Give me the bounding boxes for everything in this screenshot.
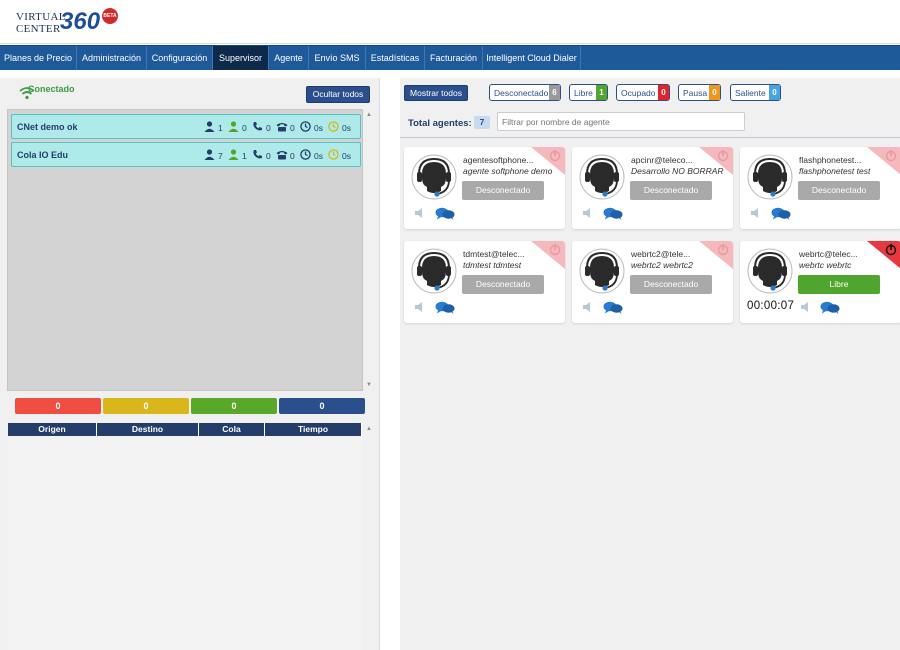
virtual-center-logo[interactable]: VIRTUAL CENTER 360 BETA	[14, 8, 124, 40]
total-agents-label: Total agentes:	[408, 118, 472, 129]
nav-item-facturacion[interactable]: Facturación	[425, 46, 483, 70]
nav-item-planes[interactable]: Planes de Precio	[0, 46, 77, 70]
queue-list[interactable]: CNet demo ok 1 0 0 0 0s 0s Cola IO Edu 7…	[7, 109, 363, 391]
queue-name: CNet demo ok	[17, 122, 78, 132]
queue-row[interactable]: CNet demo ok 1 0 0 0 0s 0s	[11, 114, 361, 139]
chat-icon[interactable]	[820, 301, 840, 314]
clock-yellow-icon	[328, 121, 339, 132]
speaker-icon[interactable]	[414, 301, 428, 313]
legend-pausa[interactable]: Pausa 0	[678, 84, 721, 101]
agent-card[interactable]: flashphonetest... flashphonetest test De…	[740, 147, 900, 229]
col-tiempo[interactable]: Tiempo	[265, 423, 362, 436]
calls-table: Origen Destino Cola Tiempo	[8, 423, 362, 650]
agent-card[interactable]: tdmtest@telec... tdmtest tdmtest Descone…	[404, 241, 565, 323]
phone-icon	[253, 122, 262, 131]
agent-card[interactable]: webrtc2@tele... webrtc2 webrtc2 Desconec…	[572, 241, 733, 323]
counter-green: 0	[191, 398, 277, 414]
agent-avatar-icon	[579, 248, 625, 294]
agent-state-button[interactable]: Desconectado	[462, 181, 544, 200]
chat-icon[interactable]	[603, 207, 623, 220]
hide-all-button[interactable]: Ocultar todos	[306, 86, 370, 103]
speaker-icon[interactable]	[582, 301, 596, 313]
chat-icon[interactable]	[435, 207, 455, 220]
col-cola[interactable]: Cola	[199, 423, 265, 436]
queue-row[interactable]: Cola IO Edu 7 1 0 0 0s 0s	[11, 142, 361, 167]
legend-saliente[interactable]: Saliente 0	[730, 84, 781, 101]
main-nav: Planes de Precio Administración Configur…	[0, 45, 900, 70]
speaker-icon[interactable]	[414, 207, 428, 219]
power-icon[interactable]	[531, 241, 565, 269]
legend-libre[interactable]: Libre 1	[569, 84, 608, 101]
agent-state-button[interactable]: Desconectado	[798, 181, 880, 200]
user-icon	[204, 121, 215, 132]
power-icon[interactable]	[867, 241, 900, 269]
agent-state-button[interactable]: Desconectado	[630, 275, 712, 294]
agent-avatar-icon	[579, 154, 625, 200]
power-icon[interactable]	[699, 147, 733, 175]
user-icon	[204, 149, 215, 160]
power-icon[interactable]	[699, 241, 733, 269]
agent-filter-input[interactable]	[497, 112, 745, 131]
free-user-icon	[228, 121, 239, 132]
col-destino[interactable]: Destino	[97, 423, 199, 436]
desk-phone-icon	[276, 123, 288, 132]
app-header: VIRTUAL CENTER 360 BETA	[0, 0, 900, 44]
power-icon[interactable]	[867, 147, 900, 175]
legend-desconectado[interactable]: Desconectado 6	[489, 84, 561, 101]
nav-item-envio-sms[interactable]: Envío SMS	[309, 46, 366, 70]
call-timer: 00:00:07	[747, 300, 795, 312]
chat-icon[interactable]	[771, 207, 791, 220]
nav-item-cloud-dialer[interactable]: Intelligent Cloud Dialer	[483, 46, 581, 70]
queue-scroll-down-icon[interactable]: ▼	[366, 382, 372, 388]
queue-name: Cola IO Edu	[17, 150, 69, 160]
chat-icon[interactable]	[603, 301, 623, 314]
legend-ocupado[interactable]: Ocupado 0	[616, 84, 670, 101]
table-scroll-up-icon[interactable]: ▲	[366, 426, 372, 432]
nav-item-agente[interactable]: Agente	[269, 46, 309, 70]
agent-state-button[interactable]: Desconectado	[630, 181, 712, 200]
logo-line1: VIRTUAL	[16, 11, 66, 23]
speaker-icon[interactable]	[582, 207, 596, 219]
counter-blue: 0	[279, 398, 365, 414]
agents-panel: Mostrar todos Desconectado 6 Libre 1 Ocupa…	[400, 78, 900, 650]
agent-avatar-icon	[747, 248, 793, 294]
phone-icon	[253, 150, 262, 159]
free-user-icon	[228, 149, 239, 160]
logo-number: 360	[60, 8, 101, 35]
call-counters: 0 0 0 0	[15, 398, 365, 414]
queues-panel: Conectado Ocultar todos CNet demo ok 1 0…	[0, 78, 380, 650]
logo-badge: BETA	[102, 8, 118, 24]
desk-phone-icon	[276, 151, 288, 160]
counter-yellow: 0	[103, 398, 189, 414]
clock-yellow-icon	[328, 149, 339, 160]
agent-state-button[interactable]: Desconectado	[462, 275, 544, 294]
status-text: Conectado	[28, 84, 75, 94]
clock-icon	[300, 121, 311, 132]
nav-item-supervisor[interactable]: Supervisor	[213, 46, 269, 70]
divider	[400, 137, 900, 138]
counter-red: 0	[15, 398, 101, 414]
agent-state-button[interactable]: Libre	[798, 275, 880, 294]
nav-item-estadisticas[interactable]: Estadísticas	[366, 46, 425, 70]
chat-icon[interactable]	[435, 301, 455, 314]
col-origen[interactable]: Origen	[8, 423, 97, 436]
agent-card[interactable]: apcinr@teleco... Desarrollo NO BORRAR De…	[572, 147, 733, 229]
total-agents-count: 7	[474, 116, 490, 129]
queue-scroll-up-icon[interactable]: ▲	[366, 112, 372, 118]
agent-card[interactable]: agentesoftphone... agente softphone demo…	[404, 147, 565, 229]
show-all-button[interactable]: Mostrar todos	[404, 85, 468, 101]
clock-icon	[300, 149, 311, 160]
agent-avatar-icon	[411, 154, 457, 200]
nav-item-administracion[interactable]: Administración	[77, 46, 147, 70]
speaker-icon[interactable]	[800, 301, 814, 313]
agent-card[interactable]: webrtc@telec... webrtc webrtc Libre 00:0…	[740, 241, 900, 323]
logo-line2: CENTER	[16, 23, 61, 35]
speaker-icon[interactable]	[750, 207, 764, 219]
agent-avatar-icon	[411, 248, 457, 294]
nav-item-configuracion[interactable]: Configuración	[147, 46, 213, 70]
agent-avatar-icon	[747, 154, 793, 200]
power-icon[interactable]	[531, 147, 565, 175]
